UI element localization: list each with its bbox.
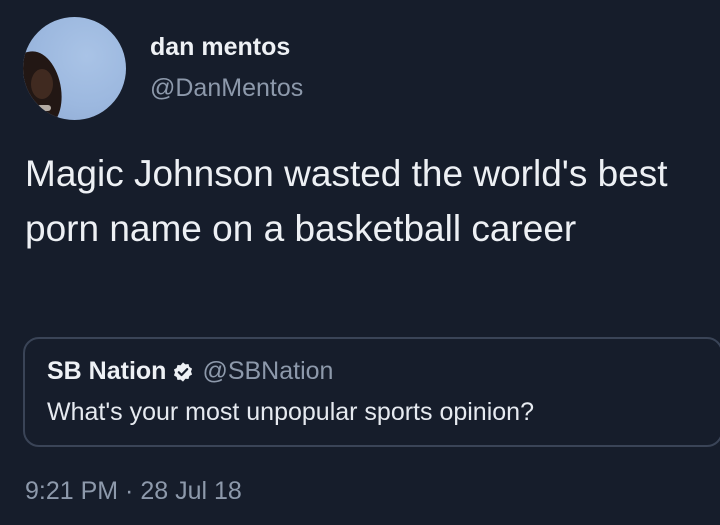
quoted-tweet-text: What's your most unpopular sports opinio… [47,398,534,426]
avatar-face-highlight [31,69,53,99]
quoted-author-handle: @SBNation [202,357,334,385]
tweet-text: Magic Johnson wasted the world's best po… [25,153,668,249]
avatar[interactable] [23,17,126,120]
verified-badge-icon [172,361,194,383]
quoted-tweet-header: SB Nation @SBNation [47,357,333,386]
quoted-tweet-card[interactable]: SB Nation @SBNation What's your most unp… [23,337,720,447]
avatar-mouth [37,105,51,111]
tweet-timestamp[interactable]: 9:21 PM · 28 Jul 18 [25,477,242,506]
quoted-author-name: SB Nation [47,357,167,385]
author-display-name[interactable]: dan mentos [150,33,290,62]
author-handle[interactable]: @DanMentos [150,74,303,103]
